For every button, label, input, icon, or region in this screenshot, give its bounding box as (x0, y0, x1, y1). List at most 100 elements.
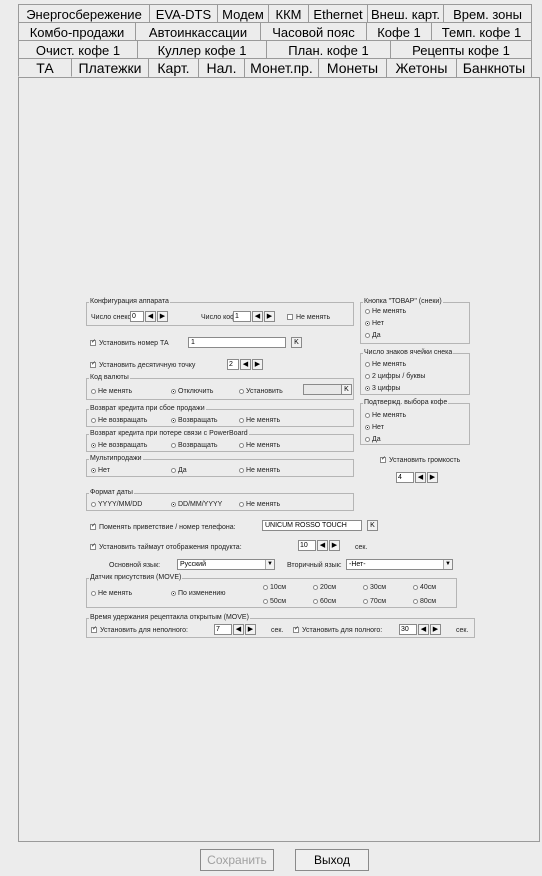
ta-number-k-button[interactable]: K (291, 337, 302, 348)
tab-time-zones[interactable]: Врем. зоны (444, 4, 532, 23)
tab-ethernet[interactable]: Ethernet (309, 4, 368, 23)
arrow-right-icon[interactable]: ▶ (329, 540, 340, 551)
tab-cards[interactable]: Карт. (149, 58, 199, 77)
volume-value[interactable]: 4 (396, 472, 414, 483)
multi-opt2[interactable]: Да (171, 467, 187, 474)
confirm-opt3[interactable]: Да (365, 436, 381, 443)
tab-auto-collect[interactable]: Автоинкассации (136, 22, 261, 41)
currency-opt-disable[interactable]: Отключить (171, 388, 213, 395)
radio-icon[interactable] (91, 388, 96, 394)
radio-icon[interactable] (313, 598, 318, 604)
hold-full-spinner[interactable]: 30 ◀ ▶ (399, 624, 441, 635)
arrow-right-icon[interactable]: ▶ (427, 472, 438, 483)
coffee-value[interactable]: 1 (233, 311, 251, 322)
goods-opt3[interactable]: Да (365, 332, 381, 339)
arrow-right-icon[interactable]: ▶ (252, 359, 263, 370)
checkbox-icon[interactable] (90, 340, 96, 347)
tab-clean-coffee1[interactable]: Очист. кофе 1 (18, 40, 138, 59)
radio-icon[interactable] (171, 442, 176, 448)
refund-fail-opt1[interactable]: Не возвращать (91, 417, 147, 424)
second-lang-select[interactable]: -Нет- ▼ (346, 559, 453, 570)
cell-opt1[interactable]: Не менять (365, 361, 406, 368)
currency-field[interactable] (303, 384, 343, 395)
tab-payments[interactable]: Платежки (72, 58, 149, 77)
radio-icon[interactable] (91, 590, 96, 596)
main-lang-select[interactable]: Русский ▼ (177, 559, 275, 570)
config-no-change[interactable]: Не менять (287, 314, 330, 321)
radio-icon[interactable] (91, 442, 96, 448)
tab-eva-dts[interactable]: EVA-DTS (150, 4, 218, 23)
sensor-d50[interactable]: 50см (263, 598, 286, 605)
refund-fail-opt3[interactable]: Не менять (239, 417, 280, 424)
tab-combo[interactable]: Комбо-продажи (18, 22, 136, 41)
tab-cash[interactable]: Нал. (199, 58, 245, 77)
hold-full-check[interactable]: Установить для полного: (293, 627, 382, 634)
refund-fail-opt2[interactable]: Возвращать (171, 417, 218, 424)
checkbox-icon[interactable] (90, 362, 96, 369)
cell-opt3[interactable]: 3 цифры (365, 385, 400, 392)
tab-recipes-coffee1[interactable]: Рецепты кофе 1 (391, 40, 532, 59)
sensor-opt-nochange[interactable]: Не менять (91, 590, 132, 597)
arrow-left-icon[interactable]: ◀ (145, 311, 156, 322)
confirm-opt1[interactable]: Не менять (365, 412, 406, 419)
tab-coffee1[interactable]: Кофе 1 (367, 22, 432, 41)
goods-opt2[interactable]: Нет (365, 320, 384, 327)
radio-icon[interactable] (365, 308, 370, 314)
tab-coin-acceptor[interactable]: Монет.пр. (245, 58, 319, 77)
radio-icon[interactable] (263, 598, 268, 604)
currency-opt-set[interactable]: Установить (239, 388, 283, 395)
radio-icon[interactable] (363, 598, 368, 604)
chevron-down-icon[interactable]: ▼ (443, 560, 452, 569)
radio-icon[interactable] (365, 385, 370, 391)
hold-partial-spinner[interactable]: 7 ◀ ▶ (214, 624, 256, 635)
arrow-right-icon[interactable]: ▶ (264, 311, 275, 322)
sensor-d70[interactable]: 70см (363, 598, 386, 605)
arrow-left-icon[interactable]: ◀ (415, 472, 426, 483)
radio-icon[interactable] (413, 598, 418, 604)
tab-cooler-coffee1[interactable]: Куллер кофе 1 (138, 40, 267, 59)
tab-coins[interactable]: Монеты (319, 58, 387, 77)
radio-icon[interactable] (363, 584, 368, 590)
radio-icon[interactable] (239, 388, 244, 394)
decimal-spinner[interactable]: 2 ◀ ▶ (227, 359, 263, 370)
radio-icon[interactable] (263, 584, 268, 590)
radio-icon[interactable] (171, 388, 176, 394)
timeout-spinner[interactable]: 10 ◀ ▶ (298, 540, 340, 551)
checkbox-icon[interactable] (287, 314, 293, 321)
tab-ta[interactable]: ТА (18, 58, 72, 77)
coffee-spinner[interactable]: 1 ◀ ▶ (233, 311, 275, 322)
refund-link-opt2[interactable]: Возвращать (171, 442, 218, 449)
radio-icon[interactable] (365, 332, 370, 338)
ta-number-field[interactable]: 1 (188, 337, 286, 348)
exit-button[interactable]: Выход (295, 849, 369, 871)
radio-icon[interactable] (91, 417, 96, 423)
arrow-right-icon[interactable]: ▶ (157, 311, 168, 322)
checkbox-icon[interactable] (90, 544, 96, 551)
save-button[interactable]: Сохранить (200, 849, 274, 871)
arrow-left-icon[interactable]: ◀ (317, 540, 328, 551)
tab-kkm[interactable]: ККМ (269, 4, 309, 23)
hold-partial-check[interactable]: Установить для неполного: (91, 627, 188, 634)
radio-icon[interactable] (313, 584, 318, 590)
tab-temp-coffee1[interactable]: Темп. кофе 1 (432, 22, 532, 41)
tab-ext-card[interactable]: Внеш. карт. (368, 4, 444, 23)
tab-banknotes[interactable]: Банкноты (457, 58, 532, 77)
radio-icon[interactable] (365, 412, 370, 418)
timeout-check[interactable]: Установить таймаут отображения продукта: (90, 544, 242, 551)
hold-partial-value[interactable]: 7 (214, 624, 232, 635)
arrow-left-icon[interactable]: ◀ (418, 624, 429, 635)
sensor-d80[interactable]: 80см (413, 598, 436, 605)
radio-icon[interactable] (365, 320, 370, 326)
tab-energy[interactable]: Энергосбережение (18, 4, 150, 23)
decimal-check[interactable]: Установить десятичную точку (90, 362, 195, 369)
chevron-down-icon[interactable]: ▼ (265, 560, 274, 569)
refund-link-opt3[interactable]: Не менять (239, 442, 280, 449)
snacks-spinner[interactable]: 0 ◀ ▶ (130, 311, 168, 322)
tab-modem[interactable]: Модем (218, 4, 269, 23)
radio-icon[interactable] (365, 361, 370, 367)
tab-timezone[interactable]: Часовой пояс (261, 22, 367, 41)
sensor-d10[interactable]: 10см (263, 584, 286, 591)
greeting-check[interactable]: Поменять приветствие / номер телефона: (90, 524, 236, 531)
radio-icon[interactable] (239, 417, 244, 423)
greeting-k-button[interactable]: K (367, 520, 378, 531)
